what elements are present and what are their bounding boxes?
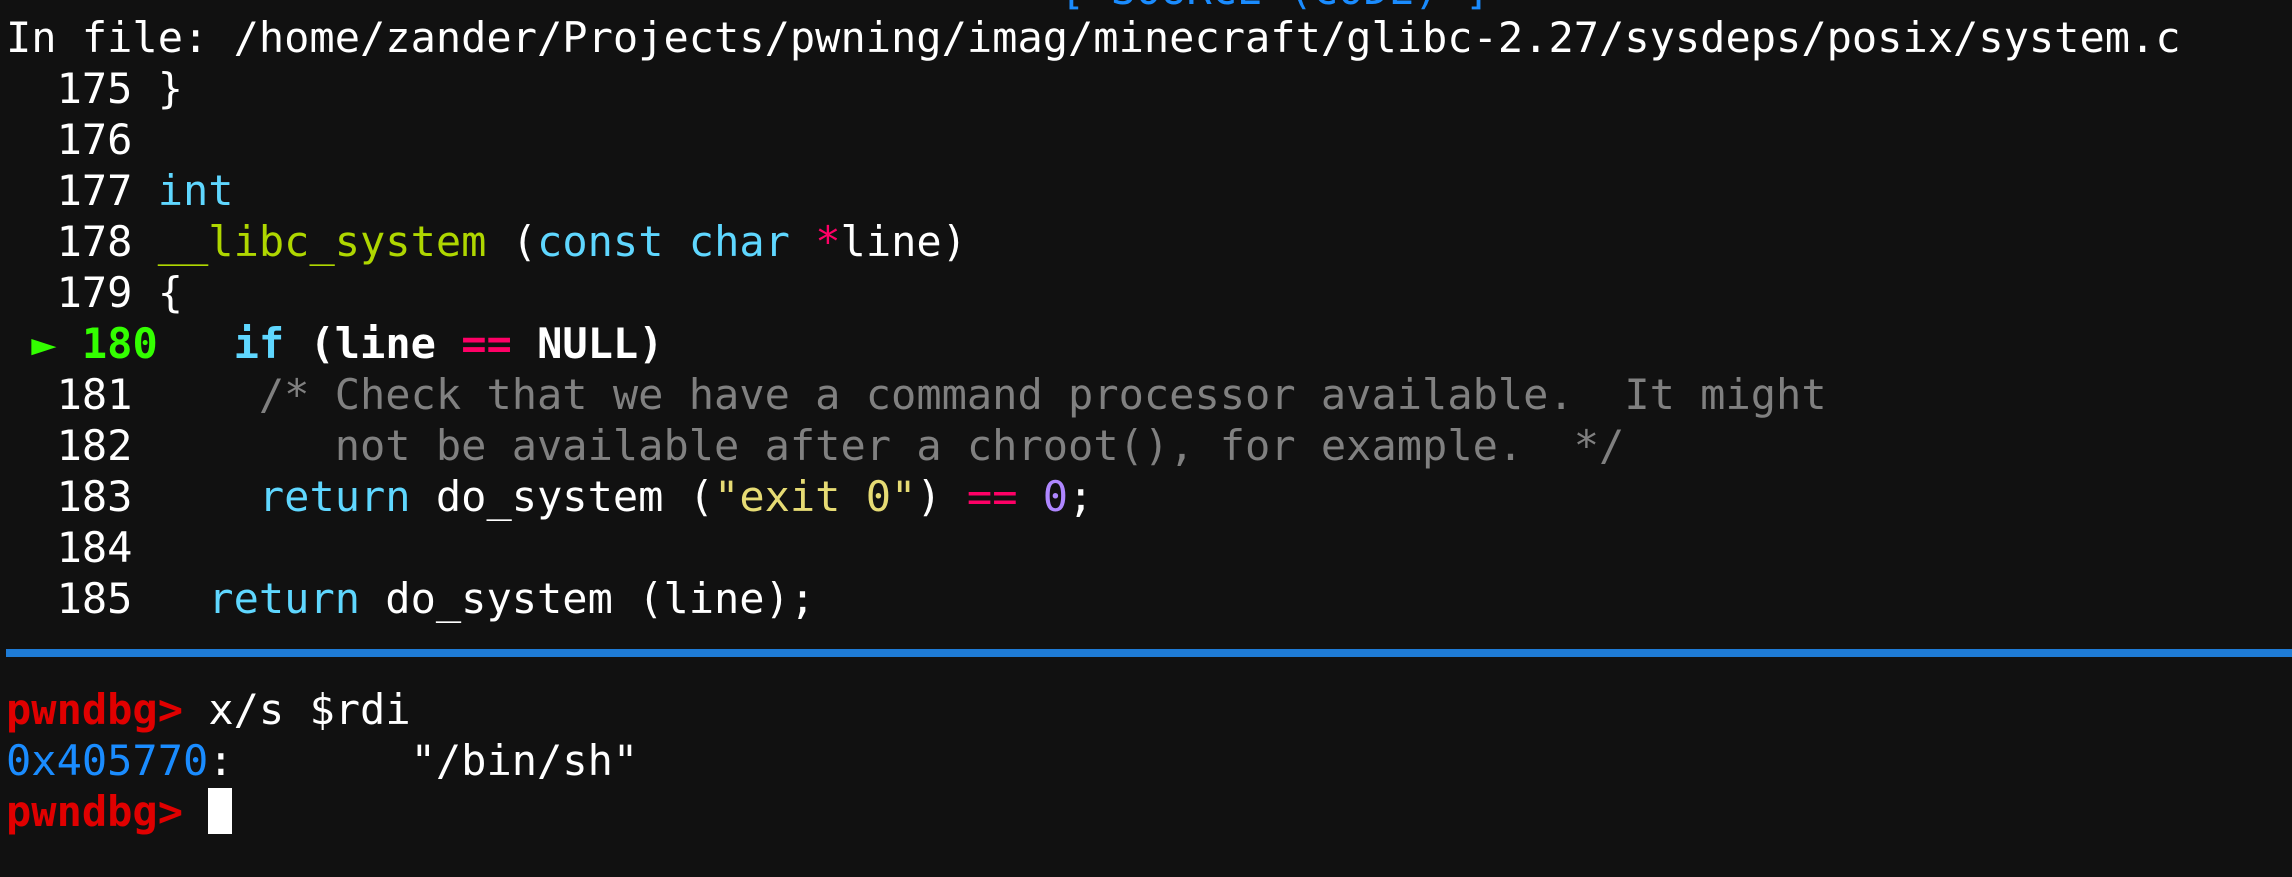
line-number: 185 — [56, 574, 133, 623]
code-text: (line — [284, 319, 462, 368]
memory-string-value: "/bin/sh" — [410, 736, 639, 785]
source-line: 185 return do_system (line); — [6, 573, 816, 624]
code-keyword: const — [537, 217, 664, 266]
code-text: ; — [1068, 472, 1094, 521]
console-prompt: pwndbg> — [6, 787, 184, 836]
terminal-cursor[interactable] — [208, 788, 233, 834]
source-line: 178 __libc_system (const char *line) — [6, 216, 967, 267]
console-input-line[interactable]: pwndbg> — [6, 786, 233, 837]
line-number: 176 — [56, 115, 133, 164]
console-prompt: pwndbg> — [6, 685, 184, 734]
code-keyword: if — [233, 319, 285, 368]
code-text: do_system (line); — [360, 574, 816, 623]
source-line: 179 { — [6, 267, 183, 318]
line-number: 177 — [56, 166, 133, 215]
line-number: 178 — [56, 217, 133, 266]
code-text: ( — [486, 217, 538, 266]
source-line: 181 /* Check that we have a command proc… — [6, 369, 1827, 420]
code-function-name: __libc_system — [157, 217, 487, 266]
line-number: 175 — [56, 64, 133, 113]
current-line-arrow-icon: ► — [31, 319, 57, 368]
source-line: 183 return do_system ("exit 0") == 0; — [6, 471, 1094, 522]
memory-address: 0x405770 — [6, 736, 209, 785]
code-text: NULL) — [511, 319, 664, 368]
code-keyword: return — [208, 574, 361, 623]
source-panel-title: [ SOURCE (CODE) ] — [1060, 0, 1490, 10]
current-source-line: ► 180 if (line == NULL) — [6, 318, 664, 369]
code-keyword: char — [688, 217, 790, 266]
code-text: line) — [840, 217, 967, 266]
line-number: 182 — [56, 421, 133, 470]
code-operator: * — [815, 217, 841, 266]
source-line: 176 — [6, 114, 133, 165]
line-number: 179 — [56, 268, 133, 317]
code-operator: == — [966, 472, 1018, 521]
code-text: ) — [916, 472, 967, 521]
source-file-path: In file: /home/zander/Projects/pwning/im… — [6, 13, 2181, 62]
code-string: "exit 0" — [714, 472, 917, 521]
source-line: 182 not be available after a chroot(), f… — [6, 420, 1625, 471]
code-comment: not be available after a chroot(), for e… — [258, 421, 1625, 470]
code-number: 0 — [1042, 472, 1069, 521]
source-line: 177 int — [6, 165, 234, 216]
source-line: 184 — [6, 522, 133, 573]
code-text: { — [157, 268, 184, 317]
code-text: } — [157, 64, 184, 113]
line-number: 180 — [81, 319, 158, 368]
console-output-separator: : — [208, 736, 234, 785]
code-comment: /* Check that we have a command processo… — [258, 370, 1827, 419]
line-number: 183 — [56, 472, 133, 521]
code-operator: == — [461, 319, 512, 368]
line-number: 181 — [56, 370, 133, 419]
code-keyword: int — [157, 166, 234, 215]
panel-separator — [6, 649, 2292, 657]
code-keyword: return — [258, 472, 411, 521]
console-command: x/s $rdi — [208, 685, 411, 734]
console-output-line: 0x405770: "/bin/sh" — [6, 735, 638, 786]
line-number: 184 — [56, 523, 133, 572]
source-line: 175 } — [6, 63, 183, 114]
code-text: do_system ( — [410, 472, 715, 521]
console-command-line: pwndbg> x/s $rdi — [6, 684, 411, 735]
